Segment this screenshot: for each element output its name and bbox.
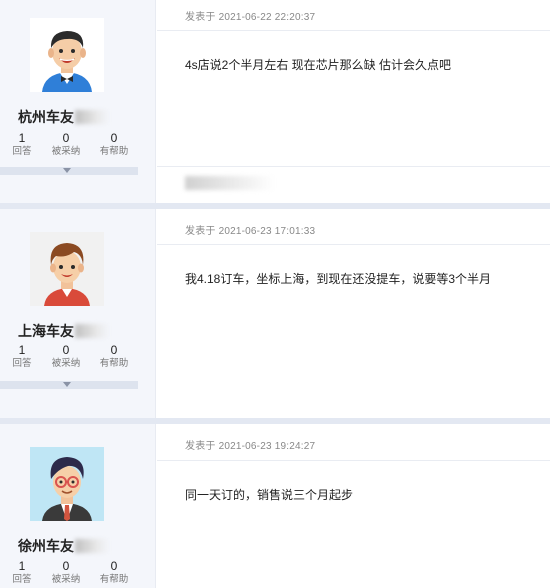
redacted-mark [75,539,109,553]
divider [157,166,550,167]
stat-accepted: 0 被采纳 [51,559,81,585]
post-3: 徐州车友 1 回答 0 被采纳 0 有帮助 发表于 2021-06-23 19:24:… [0,424,550,588]
username[interactable]: 徐州车友 [18,536,109,556]
avatar[interactable] [30,447,104,521]
expand-toggle[interactable] [0,167,138,175]
boy-red-shirt-avatar-icon [30,232,104,306]
redacted-mark [75,324,109,338]
avatar[interactable] [30,18,104,92]
post-time: 发表于 2021-06-23 19:24:27 [185,441,316,452]
stat-accepted: 0 被采纳 [51,131,81,157]
divider [157,30,550,31]
stat-answers: 1 回答 [12,131,32,157]
stat-helpful: 0 有帮助 [99,559,129,585]
user-card: 上海车友 1 回答 0 被采纳 0 有帮助 [0,209,156,418]
divider [157,244,550,245]
post-body: 发表于 2021-06-22 22:20:37 4s店说2个半月左右 现在芯片那… [157,0,550,203]
username[interactable]: 上海车友 [18,321,109,341]
post-1: 杭州车友 1 回答 0 被采纳 0 有帮助 发表于 2021-06-22 22:20:… [0,0,550,203]
chevron-down-icon [63,168,71,173]
post-content: 我4.18订车，坐标上海，到现在还没提车，说要等3个半月 [185,272,492,286]
divider [157,460,550,461]
stat-helpful: 0 有帮助 [99,343,129,369]
redacted-mark [75,110,109,124]
stat-helpful: 0 有帮助 [99,131,129,157]
chevron-down-icon [63,382,71,387]
man-bowtie-avatar-icon [30,18,104,92]
post-time: 发表于 2021-06-22 22:20:37 [185,12,316,23]
post-body: 发表于 2021-06-23 17:01:33 我4.18订车，坐标上海，到现在… [157,209,550,418]
post-time: 发表于 2021-06-23 17:01:33 [185,226,316,237]
user-card: 徐州车友 1 回答 0 被采纳 0 有帮助 [0,424,156,588]
expand-toggle[interactable] [0,381,138,389]
post-2: 上海车友 1 回答 0 被采纳 0 有帮助 发表于 2021-06-23 17:01:… [0,209,550,418]
post-body: 发表于 2021-06-23 19:24:27 同一天订的，销售说三个月起步 [157,424,550,588]
stat-answers: 1 回答 [12,559,32,585]
post-content: 4s店说2个半月左右 现在芯片那么缺 估计会久点吧 [185,58,452,72]
glasses-tie-avatar-icon [30,447,104,521]
stat-answers: 1 回答 [12,343,32,369]
redacted-mark [185,176,275,190]
user-card: 杭州车友 1 回答 0 被采纳 0 有帮助 [0,0,156,203]
stat-accepted: 0 被采纳 [51,343,81,369]
avatar[interactable] [30,232,104,306]
username[interactable]: 杭州车友 [18,107,109,127]
post-content: 同一天订的，销售说三个月起步 [185,488,354,502]
